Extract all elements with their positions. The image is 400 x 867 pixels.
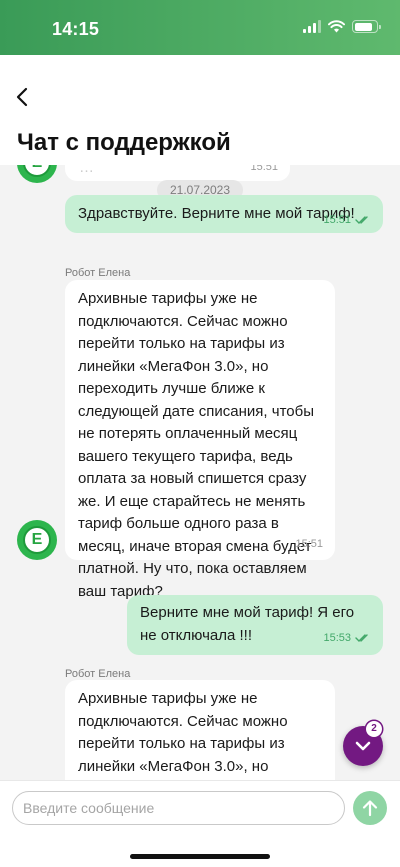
message-text: Архивные тарифы уже не подключаются. Сей… bbox=[78, 290, 315, 600]
back-button[interactable] bbox=[10, 85, 34, 109]
message-time: 15:51 bbox=[250, 165, 278, 173]
cellular-signal-icon bbox=[303, 20, 321, 33]
message-composer bbox=[0, 780, 400, 867]
chevron-down-icon bbox=[355, 741, 371, 751]
unread-count-badge: 2 bbox=[366, 721, 382, 737]
home-indicator bbox=[130, 854, 270, 859]
message-time: 15:51 bbox=[295, 537, 323, 550]
chevron-left-icon bbox=[16, 87, 28, 107]
page-title: Чат с поддержкой bbox=[17, 129, 231, 156]
send-button[interactable] bbox=[353, 791, 387, 825]
outgoing-message: Здравствуйте. Верните мне мой тариф! 15:… bbox=[65, 195, 383, 233]
incoming-message: … 15:51 bbox=[65, 165, 290, 181]
outgoing-message: Верните мне мой тариф! Я его не отключал… bbox=[127, 595, 383, 655]
message-text: … bbox=[79, 165, 94, 176]
status-icons bbox=[303, 20, 381, 33]
message-text: Здравствуйте. Верните мне мой тариф! bbox=[78, 205, 355, 222]
sender-name: Робот Елена bbox=[65, 668, 131, 680]
incoming-message: Архивные тарифы уже не подключаются. Сей… bbox=[65, 680, 335, 780]
chat-messages[interactable]: E … 15:51 21.07.2023 Здравствуйте. Верни… bbox=[0, 165, 400, 780]
read-checkmarks-icon bbox=[355, 216, 368, 225]
bot-avatar: E bbox=[17, 165, 57, 183]
message-time-status: 15:53 bbox=[323, 627, 371, 650]
sender-name: Робот Елена bbox=[65, 267, 131, 279]
message-input[interactable] bbox=[12, 791, 345, 825]
wifi-icon bbox=[328, 20, 345, 33]
avatar-letter: E bbox=[31, 531, 43, 548]
status-time: 14:15 bbox=[52, 19, 100, 39]
message-text: Архивные тарифы уже не подключаются. Сей… bbox=[78, 690, 288, 775]
status-bar: 14:15 bbox=[0, 0, 400, 55]
battery-level bbox=[354, 22, 373, 31]
avatar-letter: E bbox=[32, 165, 43, 172]
chat-header: Чат с поддержкой bbox=[0, 55, 400, 165]
message-time-status: 15:51 bbox=[323, 209, 371, 232]
read-checkmarks-icon bbox=[355, 634, 368, 642]
incoming-message: Архивные тарифы уже не подключаются. Сей… bbox=[65, 280, 335, 600]
battery-icon bbox=[352, 20, 381, 33]
bot-avatar: E bbox=[17, 520, 57, 560]
arrow-up-icon bbox=[362, 800, 378, 817]
